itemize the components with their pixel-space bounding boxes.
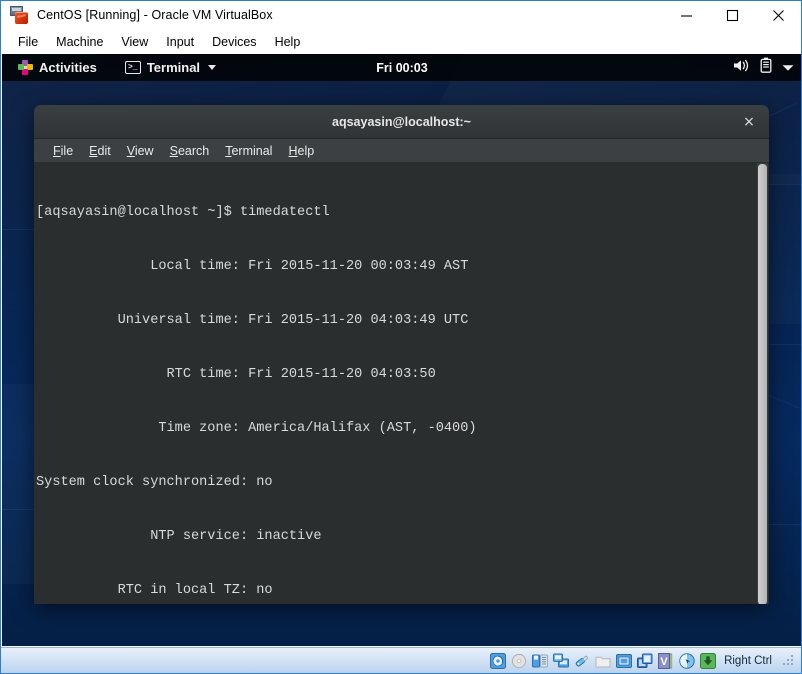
terminal-line: Universal time: Fri 2015-11-20 04:03:49 … bbox=[36, 313, 469, 328]
mnemonic: V bbox=[126, 143, 135, 158]
app-indicator-label: Terminal bbox=[146, 60, 201, 75]
optical-disk-icon[interactable] bbox=[511, 653, 527, 669]
terminal-prompt-icon: >_ bbox=[124, 61, 141, 74]
battery-icon bbox=[760, 57, 772, 78]
terminal-body[interactable]: [aqsayasin@localhost ~]$ timedatectl Loc… bbox=[34, 163, 769, 604]
chevron-down-icon bbox=[782, 59, 794, 77]
terminal-menu-help[interactable]: Help bbox=[281, 142, 321, 160]
scrollbar-thumb[interactable] bbox=[758, 164, 767, 604]
terminal-line: Time zone: America/Halifax (AST, -0400) bbox=[36, 421, 477, 436]
terminal-titlebar[interactable]: aqsayasin@localhost:~ × bbox=[34, 105, 769, 139]
menu-label-rest: iew bbox=[134, 143, 154, 158]
activities-button[interactable]: Activities bbox=[10, 57, 105, 78]
menu-label-rest: earch bbox=[177, 143, 210, 158]
terminal-scrollbar[interactable] bbox=[757, 163, 768, 604]
terminal-line: NTP service: inactive bbox=[36, 529, 322, 544]
virtualbox-icon bbox=[10, 6, 28, 24]
terminal-line: System clock synchronized: no bbox=[36, 475, 273, 490]
host-titlebar: CentOS [Running] - Oracle VM VirtualBox bbox=[1, 1, 801, 29]
terminal-menu-file[interactable]: File bbox=[46, 142, 80, 160]
gnome-top-bar: Activities >_ Terminal Fri 00:03 bbox=[2, 54, 801, 81]
mnemonic: H bbox=[288, 143, 298, 158]
resize-grip[interactable] bbox=[783, 654, 795, 667]
terminal-menu-terminal[interactable]: Terminal bbox=[218, 142, 279, 160]
terminal-line: Local time: Fri 2015-11-20 00:03:49 AST bbox=[36, 259, 469, 274]
host-key-icon[interactable] bbox=[700, 652, 717, 669]
menu-view[interactable]: View bbox=[112, 32, 157, 52]
hard-disk-icon[interactable] bbox=[490, 652, 507, 669]
terminal-menu-edit[interactable]: Edit bbox=[82, 142, 118, 160]
volume-icon bbox=[733, 58, 750, 78]
terminal-line: [aqsayasin@localhost ~]$ timedatectl bbox=[36, 205, 330, 220]
terminal-line: RTC time: Fri 2015-11-20 04:03:50 bbox=[36, 367, 436, 382]
mnemonic: E bbox=[89, 143, 98, 158]
app-indicator-terminal[interactable]: >_ Terminal bbox=[117, 57, 224, 78]
mnemonic: F bbox=[53, 143, 61, 158]
host-menubar: File Machine View Input Devices Help bbox=[1, 29, 801, 54]
display-icon[interactable] bbox=[616, 653, 633, 669]
svg-text:V: V bbox=[660, 656, 668, 668]
menu-file[interactable]: File bbox=[9, 32, 47, 52]
vm-status-bar: V Right Ctrl bbox=[1, 647, 801, 673]
host-window-title: CentOS [Running] - Oracle VM VirtualBox bbox=[37, 8, 273, 22]
close-icon[interactable]: × bbox=[741, 114, 757, 130]
minimize-button[interactable] bbox=[663, 1, 709, 29]
menu-machine[interactable]: Machine bbox=[47, 32, 112, 52]
menu-input[interactable]: Input bbox=[157, 32, 203, 52]
video-capture-icon[interactable] bbox=[637, 653, 653, 669]
menu-label-rest: ile bbox=[60, 143, 74, 158]
centos-logo-icon bbox=[18, 60, 33, 75]
terminal-menu-search[interactable]: Search bbox=[163, 142, 217, 160]
chevron-down-icon bbox=[208, 65, 217, 70]
window-controls bbox=[663, 1, 801, 29]
menu-devices[interactable]: Devices bbox=[203, 32, 265, 52]
terminal-window-title: aqsayasin@localhost:~ bbox=[332, 114, 471, 129]
terminal-menubar: File Edit View Search Terminal Help bbox=[34, 139, 769, 163]
activities-label: Activities bbox=[39, 60, 97, 75]
vm-features-icon[interactable]: V bbox=[658, 652, 674, 669]
shared-folders-icon[interactable] bbox=[595, 653, 611, 669]
menu-help[interactable]: Help bbox=[266, 32, 310, 52]
menu-label-rest: erminal bbox=[231, 143, 273, 158]
terminal-line: RTC in local TZ: no bbox=[36, 583, 273, 598]
menu-label-rest: dit bbox=[97, 143, 111, 158]
network-icon[interactable] bbox=[553, 653, 570, 669]
terminal-menu-view[interactable]: View bbox=[120, 142, 161, 160]
host-key-label: Right Ctrl bbox=[724, 654, 772, 667]
floppy-disk-icon[interactable] bbox=[532, 653, 548, 669]
top-bar-status-area[interactable] bbox=[733, 54, 794, 81]
terminal-window: aqsayasin@localhost:~ × File Edit View S… bbox=[34, 105, 769, 604]
maximize-button[interactable] bbox=[709, 1, 755, 29]
mnemonic: S bbox=[169, 143, 178, 158]
virtualbox-host-window: CentOS [Running] - Oracle VM VirtualBox … bbox=[0, 0, 802, 674]
close-button[interactable] bbox=[755, 1, 801, 29]
menu-label-rest: elp bbox=[297, 143, 315, 158]
mouse-integration-icon[interactable] bbox=[679, 652, 695, 669]
usb-icon[interactable] bbox=[574, 653, 590, 669]
top-bar-left: Activities >_ Terminal bbox=[2, 57, 224, 78]
guest-screen: Activities >_ Terminal Fri 00:03 aqsayas… bbox=[2, 54, 801, 646]
terminal-output[interactable]: [aqsayasin@localhost ~]$ timedatectl Loc… bbox=[34, 163, 769, 604]
